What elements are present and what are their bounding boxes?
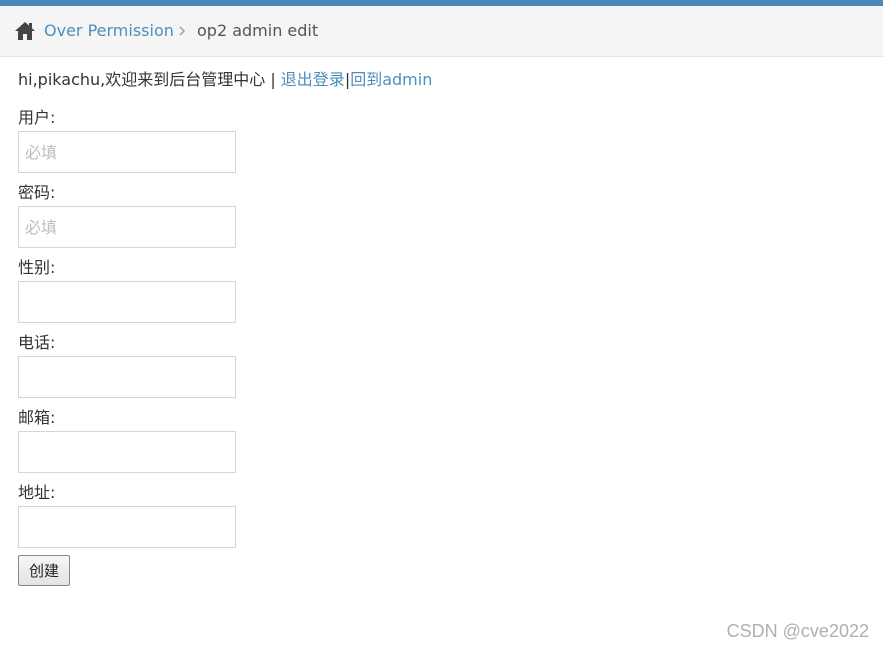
address-label: 地址:: [18, 483, 56, 502]
phone-label: 电话:: [18, 333, 56, 352]
password-input[interactable]: [18, 206, 236, 248]
watermark: CSDN @cve2022: [726, 621, 869, 641]
breadcrumb-current: op2 admin edit: [197, 21, 319, 40]
logout-link[interactable]: 退出登录: [281, 70, 345, 89]
welcome-separator: |: [265, 70, 281, 89]
home-icon[interactable]: [14, 21, 36, 41]
address-input[interactable]: [18, 506, 236, 548]
breadcrumb-link-over-permission[interactable]: Over Permission: [44, 21, 174, 41]
breadcrumb: Over Permission op2 admin edit: [0, 6, 883, 57]
gender-input[interactable]: [18, 281, 236, 323]
welcome-greeting: hi,pikachu,欢迎来到后台管理中心: [18, 70, 266, 89]
password-label: 密码:: [18, 183, 56, 202]
welcome-line: hi,pikachu,欢迎来到后台管理中心 | 退出登录|回到admin: [18, 70, 432, 90]
phone-input[interactable]: [18, 356, 236, 398]
chevron-right-icon: [179, 26, 186, 36]
email-label: 邮箱:: [18, 408, 56, 427]
back-to-admin-link[interactable]: 回到admin: [350, 70, 432, 89]
username-input[interactable]: [18, 131, 236, 173]
username-label: 用户:: [18, 108, 56, 127]
gender-label: 性别:: [18, 258, 56, 277]
email-input[interactable]: [18, 431, 236, 473]
create-button[interactable]: 创建: [18, 555, 70, 586]
